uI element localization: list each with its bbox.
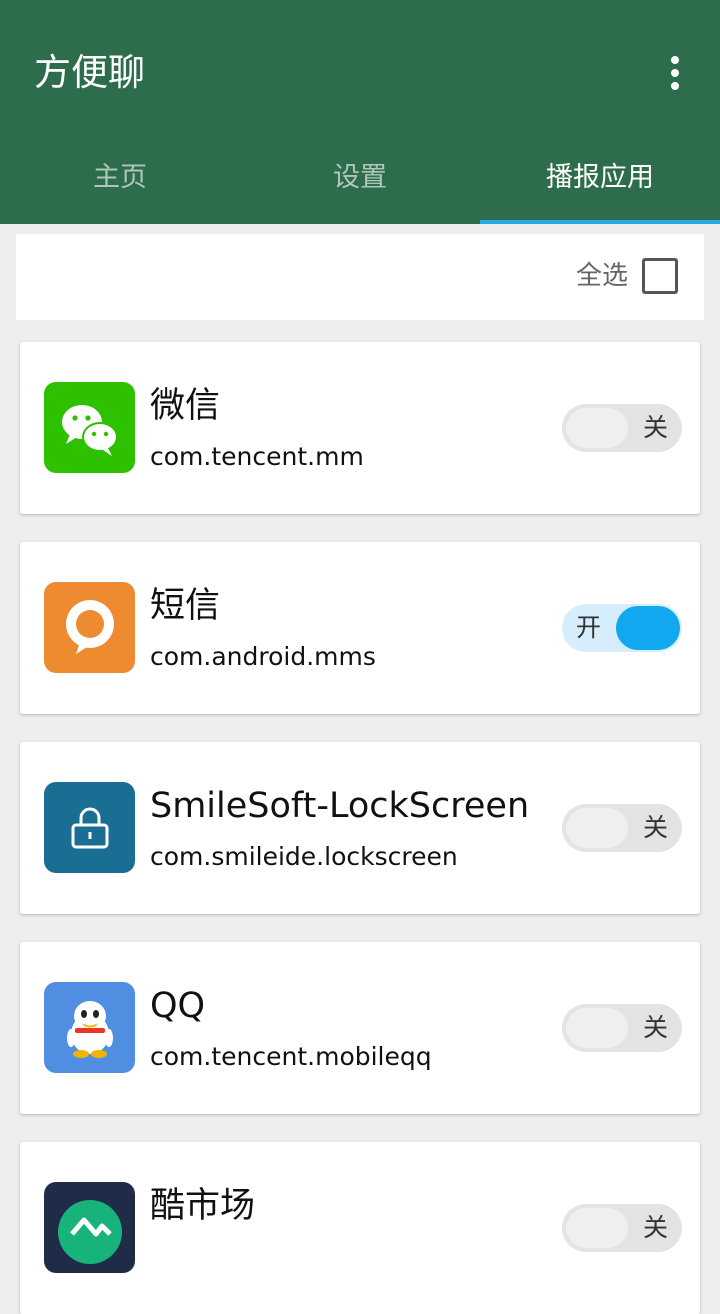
app-bar: 方便聊 主页 设置 播报应用: [0, 0, 720, 224]
tab-broadcast-apps[interactable]: 播报应用: [480, 150, 720, 224]
app-title: 方便聊: [34, 51, 145, 94]
tab-settings[interactable]: 设置: [240, 150, 480, 224]
tab-home[interactable]: 主页: [0, 150, 240, 224]
app-name: SmileSoft-LockScreen: [150, 786, 530, 826]
app-name: 短信: [150, 586, 221, 626]
app-package: com.tencent.mm: [150, 442, 364, 471]
more-options-icon[interactable]: [660, 52, 690, 94]
switch-label: 开: [576, 613, 602, 642]
toggle-switch[interactable]: 开: [562, 604, 682, 652]
select-all-label: 全选: [575, 261, 628, 291]
switch-label: 关: [642, 413, 668, 442]
toggle-switch[interactable]: 关: [562, 804, 682, 852]
switch-knob: [566, 1208, 628, 1248]
app-package: com.smileide.lockscreen: [150, 842, 458, 871]
app-name: QQ: [150, 986, 206, 1026]
toggle-switch[interactable]: 关: [562, 1004, 682, 1052]
select-all-row: 全选: [16, 234, 704, 320]
switch-label: 关: [642, 1013, 668, 1042]
toggle-switch[interactable]: 关: [562, 404, 682, 452]
app-card-coolmarket: 酷市场 关: [20, 1142, 700, 1314]
switch-knob: [566, 408, 628, 448]
qq-penguin-icon: [44, 982, 135, 1073]
wechat-icon: [44, 382, 135, 473]
switch-knob: [566, 808, 628, 848]
app-card-lockscreen: SmileSoft-LockScreen com.smileide.locksc…: [20, 742, 700, 914]
app-card-wechat: 微信 com.tencent.mm 关: [20, 342, 700, 514]
toggle-switch[interactable]: 关: [562, 1204, 682, 1252]
app-package: com.tencent.mobileqq: [150, 1042, 432, 1071]
switch-label: 关: [642, 813, 668, 842]
switch-knob: [616, 606, 680, 650]
lock-icon: [44, 782, 135, 873]
coolmarket-icon: [44, 1182, 135, 1273]
tab-bar: 主页 设置 播报应用: [0, 150, 720, 224]
switch-label: 关: [642, 1213, 668, 1242]
app-name: 酷市场: [150, 1186, 256, 1226]
select-all-checkbox[interactable]: [642, 258, 678, 294]
app-card-sms: 短信 com.android.mms 开: [20, 542, 700, 714]
sms-icon: [44, 582, 135, 673]
switch-knob: [566, 1008, 628, 1048]
app-package: com.android.mms: [150, 642, 376, 671]
app-card-qq: QQ com.tencent.mobileqq 关: [20, 942, 700, 1114]
app-name: 微信: [150, 386, 221, 426]
